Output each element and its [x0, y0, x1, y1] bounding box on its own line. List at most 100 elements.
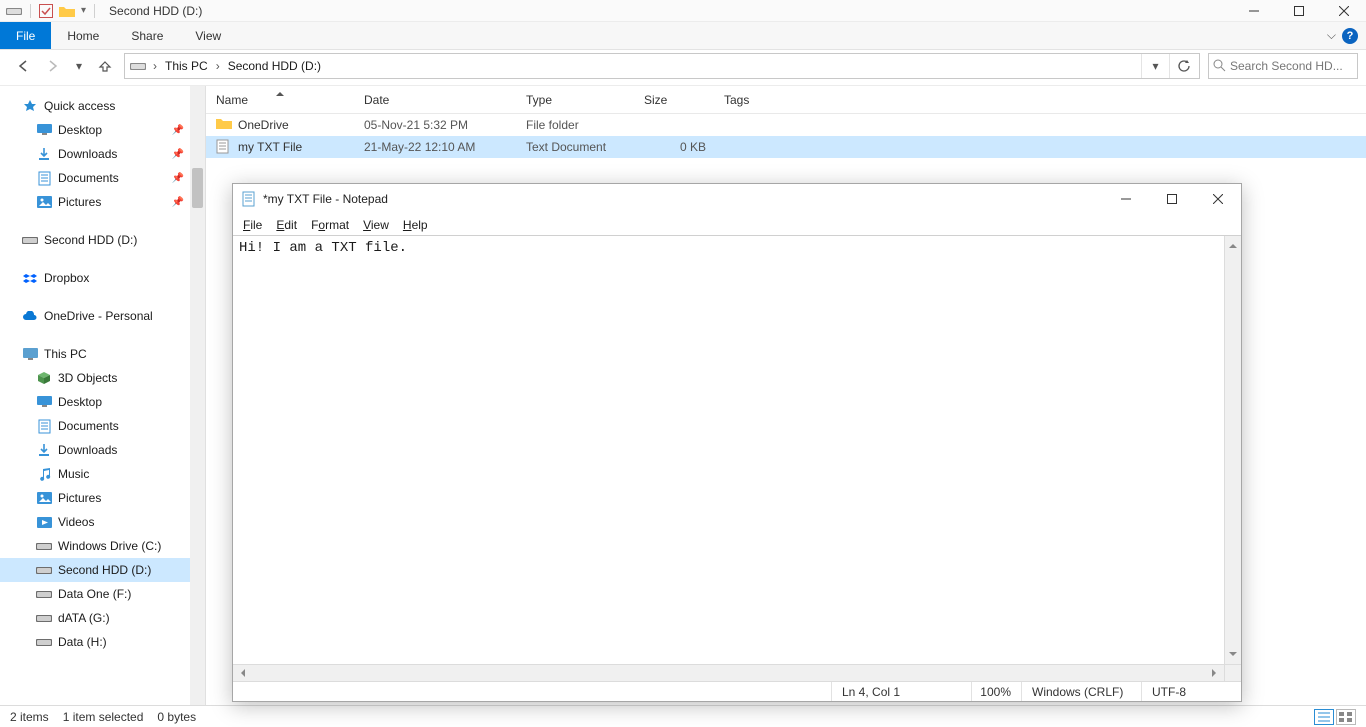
desktop-icon [36, 394, 52, 410]
notepad-menu-view[interactable]: View [363, 218, 389, 232]
nav-pc-item[interactable]: Second HDD (D:) [0, 558, 190, 582]
notepad-vertical-scrollbar[interactable] [1224, 236, 1241, 664]
nav-label: Second HDD (D:) [44, 233, 137, 247]
nav-pc-item[interactable]: Videos [0, 510, 190, 534]
status-item-count: 2 items [10, 710, 49, 724]
tab-home[interactable]: Home [51, 22, 115, 49]
file-row[interactable]: OneDrive05-Nov-21 5:32 PMFile folder [206, 114, 1366, 136]
view-large-icons-button[interactable] [1336, 709, 1356, 725]
file-row[interactable]: my TXT File21-May-22 12:10 AMText Docume… [206, 136, 1366, 158]
nav-second-hdd[interactable]: Second HDD (D:) [0, 228, 190, 252]
nav-pc-item[interactable]: dATA (G:) [0, 606, 190, 630]
nav-tree-scrollbar[interactable] [190, 86, 206, 705]
nav-label: This PC [44, 347, 87, 361]
column-tags[interactable]: Tags [714, 86, 794, 113]
file-date-cell: 05-Nov-21 5:32 PM [354, 118, 516, 132]
nav-forward-button[interactable] [42, 55, 64, 77]
nav-quick-access[interactable]: Quick access [0, 94, 190, 118]
tab-share[interactable]: Share [115, 22, 179, 49]
notepad-close-button[interactable] [1195, 184, 1241, 214]
notepad-titlebar[interactable]: *my TXT File - Notepad [233, 184, 1241, 214]
notepad-window[interactable]: *my TXT File - Notepad File Edit Format … [232, 183, 1242, 702]
nav-label: Documents [58, 171, 119, 185]
nav-qa-item[interactable]: Documents 📌 [0, 166, 190, 190]
notepad-text-area[interactable]: Hi! I am a TXT file. [233, 236, 1224, 664]
refresh-button[interactable] [1169, 54, 1197, 78]
nav-onedrive[interactable]: OneDrive - Personal [0, 304, 190, 328]
nav-qa-item[interactable]: Downloads📌 [0, 142, 190, 166]
notepad-horizontal-scrollbar[interactable] [233, 664, 1224, 681]
nav-tree[interactable]: Quick access Desktop📌Downloads📌Documents… [0, 86, 190, 705]
notepad-status-encoding: UTF-8 [1141, 682, 1241, 701]
notepad-minimize-button[interactable] [1103, 184, 1149, 214]
nav-up-button[interactable] [94, 55, 116, 77]
minimize-button[interactable] [1231, 0, 1276, 22]
nav-pc-item[interactable]: Windows Drive (C:) [0, 534, 190, 558]
file-date-cell: 21-May-22 12:10 AM [354, 140, 516, 154]
file-type-cell: Text Document [516, 140, 634, 154]
nav-pc-item[interactable]: 3D Objects [0, 366, 190, 390]
status-size: 0 bytes [157, 710, 196, 724]
downloads-icon [36, 442, 52, 458]
chevron-right-icon[interactable]: › [212, 59, 224, 73]
pin-icon: 📌 [172, 197, 184, 208]
nav-pc-item[interactable]: Data (H:) [0, 630, 190, 654]
notepad-menu-file[interactable]: File [243, 218, 262, 232]
column-type[interactable]: Type [516, 86, 634, 113]
column-date[interactable]: Date [354, 86, 516, 113]
notepad-maximize-button[interactable] [1149, 184, 1195, 214]
notepad-menu-format[interactable]: Format [311, 218, 349, 232]
nav-this-pc[interactable]: This PC [0, 342, 190, 366]
column-size[interactable]: Size [634, 86, 714, 113]
notepad-menu-edit[interactable]: Edit [276, 218, 297, 232]
nav-pc-item[interactable]: Music [0, 462, 190, 486]
nav-pc-item[interactable]: Data One (F:) [0, 582, 190, 606]
nav-pc-item[interactable]: Documents [0, 414, 190, 438]
close-button[interactable] [1321, 0, 1366, 22]
window-title: Second HDD (D:) [109, 4, 202, 18]
cloud-icon [22, 308, 38, 324]
tab-view[interactable]: View [179, 22, 237, 49]
nav-qa-item[interactable]: Desktop📌 [0, 118, 190, 142]
file-name-cell: my TXT File [206, 139, 354, 155]
qat-folder-icon[interactable] [59, 5, 75, 17]
address-dropdown-icon[interactable]: ▾ [1141, 54, 1169, 78]
chevron-right-icon[interactable]: › [149, 59, 161, 73]
help-icon[interactable]: ? [1342, 28, 1358, 44]
nav-dropbox[interactable]: Dropbox [0, 266, 190, 290]
tab-file[interactable]: File [0, 22, 51, 49]
nav-pc-item[interactable]: Desktop [0, 390, 190, 414]
folder-icon [216, 117, 232, 133]
nav-row: ▾ › This PC › Second HDD (D:) ▾ Search S… [0, 50, 1366, 86]
nav-label: Downloads [58, 443, 117, 457]
nav-qa-item[interactable]: Pictures📌 [0, 190, 190, 214]
nav-recent-dropdown[interactable]: ▾ [72, 55, 86, 77]
column-name[interactable]: Name [206, 86, 354, 113]
breadcrumb-current[interactable]: Second HDD (D:) [224, 57, 325, 75]
address-bar[interactable]: › This PC › Second HDD (D:) ▾ [124, 53, 1200, 79]
notepad-menu-help[interactable]: Help [403, 218, 428, 232]
column-headers[interactable]: Name Date Type Size Tags [206, 86, 1366, 114]
nav-pc-item[interactable]: Pictures [0, 486, 190, 510]
ribbon-tabs: File Home Share View ⌵ ? [0, 22, 1366, 50]
search-box[interactable]: Search Second HD... [1208, 53, 1358, 79]
explorer-titlebar: ▾ Second HDD (D:) [0, 0, 1366, 22]
monitor-icon [22, 346, 38, 362]
ribbon-expand-icon[interactable]: ⌵ [1327, 28, 1336, 43]
view-details-button[interactable] [1314, 709, 1334, 725]
nav-label: Videos [58, 515, 94, 529]
drive-icon [22, 232, 38, 248]
file-size-cell: 0 KB [634, 140, 714, 154]
nav-back-button[interactable] [12, 55, 34, 77]
documents-icon [36, 170, 52, 186]
breadcrumb-this-pc[interactable]: This PC [161, 57, 212, 75]
notepad-scroll-corner [1224, 664, 1241, 681]
qat-checkbox-icon[interactable] [39, 4, 53, 18]
nav-pc-item[interactable]: Downloads [0, 438, 190, 462]
pin-icon: 📌 [172, 173, 184, 184]
star-icon [22, 98, 38, 114]
pictures-icon [36, 194, 52, 210]
maximize-button[interactable] [1276, 0, 1321, 22]
music-icon [36, 466, 52, 482]
qat-dropdown-icon[interactable]: ▾ [81, 5, 86, 16]
